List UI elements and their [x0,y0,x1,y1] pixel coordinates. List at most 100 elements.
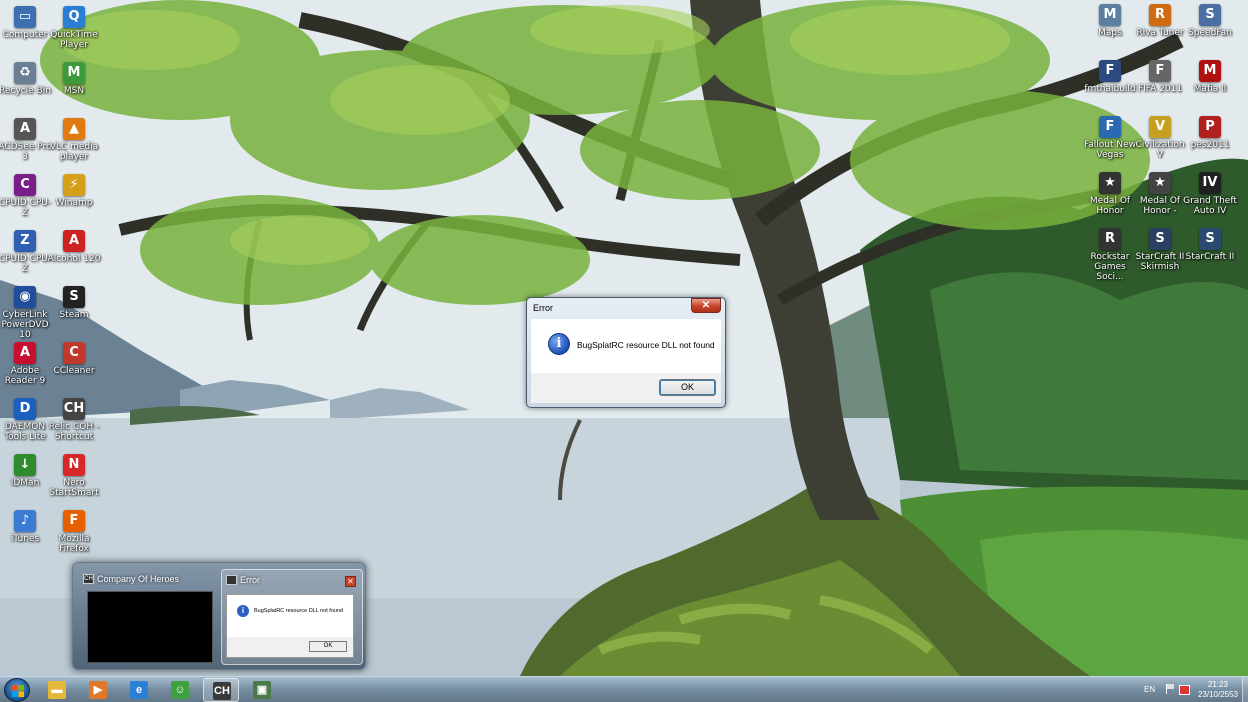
dialog-title: Error [533,303,553,313]
taskbar-button-explorer[interactable]: ▬ [39,678,75,702]
desktop-icon[interactable]: C CCleaner [46,342,102,376]
action-center-flag-icon[interactable] [1166,684,1174,694]
clock[interactable]: 21:23 23/10/2553 [1196,680,1240,700]
msn-icon: M [63,62,85,84]
taskbar: ▬ ▶ e ☺ CH ▣ EN 21:23 23/10/2553 [0,676,1248,702]
desktop-icon[interactable]: Ppes2011 [1182,116,1238,150]
taskbar-button-messenger[interactable]: ☺ [162,678,198,702]
desktop-icon[interactable]: Q QuickTime Player [46,6,102,50]
window-icon [226,575,237,585]
desktop-icon-label: CPUID CPU-Z [0,254,52,274]
desktop-icon-label: Steam [59,310,89,320]
powerdvd-icon: ◉ [14,286,36,308]
fifa-icon: F [1149,60,1171,82]
desktop-icon-label: CPUID CPU-Z [0,198,52,218]
language-indicator[interactable]: EN [1144,685,1155,694]
fallout-icon: F [1099,116,1121,138]
desktop-icon-label: DAEMON Tools Lite [4,422,46,442]
thumbnail-error[interactable]: Error ✕ i BugSplatRC resource DLL not fo… [221,569,363,665]
start-button[interactable] [4,678,30,702]
desktop-icon[interactable]: V Civilization V [1132,116,1188,160]
close-icon[interactable]: ✕ [345,576,356,587]
pes-icon: P [1199,116,1221,138]
quicktime-icon: Q [63,6,85,28]
medal-of-honor-icon: ★ [1099,172,1121,194]
adobe-reader-icon: A [14,342,36,364]
desktop-icon-label: QuickTime Player [50,30,98,50]
messenger-icon: ☺ [171,681,189,699]
desktop-icon-label: Medal Of Honor [1089,196,1131,216]
desktop-icon-label: CyberLink PowerDVD 10 [1,310,49,340]
desktop-icon[interactable]: M Mafia II [1182,60,1238,94]
desktop-icon-label: Winamp [55,198,93,208]
thumbnail-message: BugSplatRC resource DLL not found [254,608,344,614]
desktop-icon[interactable]: F Mozilla Firefox [46,510,102,554]
desktop-icon[interactable]: CH Relic COH - Shortcut [46,398,102,442]
desktop-icon[interactable]: S StarCraft II [1182,228,1238,262]
thumbnail-dialog: i BugSplatRC resource DLL not found OK [226,594,354,658]
thumbnail-ok-button: OK [309,641,347,652]
thumbnail-dialog-footer: OK [227,637,353,657]
desktop-icon[interactable]: R Riva Tuner [1132,4,1188,38]
winamp-icon: ⚡ [63,174,85,196]
desktop-icon-label: Grand Theft Auto IV [1183,196,1237,216]
desktop-icon[interactable]: ★ Medal Of Honor - [1132,172,1188,216]
desktop-icon-label: Relic COH - Shortcut [48,422,100,442]
windows-logo-icon [12,685,24,697]
desktop-icon[interactable]: S StarCraft II Skirmish [1132,228,1188,272]
mafia-icon: M [1199,60,1221,82]
cpu-z-icon: Z [14,230,36,252]
desktop-icon[interactable]: S Steam [46,286,102,320]
desktop-icon-label: ACDSee Pro 3 [0,142,52,162]
desktop-icon-label: VLC media player [49,142,99,162]
show-desktop-button[interactable] [1242,677,1248,702]
close-icon[interactable]: ✕ [691,298,721,313]
desktop-icon[interactable]: S SpeedFan [1182,4,1238,38]
maps-icon: M [1099,4,1121,26]
taskbar-button-error-window[interactable]: ▣ [244,678,280,702]
company-of-heroes-icon: CH [83,574,94,584]
desktop-icon[interactable]: Ffmthaibuild [1082,60,1138,94]
desktop-icon[interactable]: F Fallout New Vegas [1082,116,1138,160]
rockstar-icon: R [1099,228,1121,250]
company-of-heroes-icon: CH [213,682,231,700]
dialog-titlebar[interactable]: Error ✕ [527,298,725,318]
desktop-icon[interactable]: A Alcohol 120 [46,230,102,264]
speedfan-icon: S [1199,4,1221,26]
desktop-icon[interactable]: M Maps [1082,4,1138,38]
civilization-icon: V [1149,116,1171,138]
desktop-icon-label: fmthaibuild [1084,84,1136,94]
desktop-icon-label: Civilization V [1135,140,1185,160]
taskbar-button-internet-explorer[interactable]: e [121,678,157,702]
desktop-icon[interactable]: ▲ VLC media player [46,118,102,162]
gta-icon: IV [1199,172,1221,194]
desktop-icon[interactable]: IV Grand Theft Auto IV [1182,172,1238,216]
desktop-icon[interactable]: M MSN [46,62,102,96]
taskbar-button-company-of-heroes[interactable]: CH [203,678,239,702]
thumbnail-company-of-heroes[interactable]: CH Company Of Heroes [79,569,217,665]
folder-icon: ▬ [48,681,66,699]
alcohol-icon: A [63,230,85,252]
idm-icon: ↓ [14,454,36,476]
desktop-icon[interactable]: F FIFA 2011 [1132,60,1188,94]
info-icon: i [548,333,570,355]
media-player-icon: ▶ [89,681,107,699]
desktop-icon[interactable]: ★ Medal Of Honor [1082,172,1138,216]
desktop-icon-label: Riva Tuner [1136,28,1184,38]
desktop-icon[interactable]: N Nero StartSmart [46,454,102,498]
desktop-icon[interactable]: ⚡ Winamp [46,174,102,208]
thumbnail-title: Error [240,575,260,585]
cpu-z-icon: C [14,174,36,196]
taskbar-button-media-player[interactable]: ▶ [80,678,116,702]
ok-button[interactable]: OK [659,379,716,396]
desktop-icon[interactable]: R Rockstar Games Soci... [1082,228,1138,282]
error-dialog: Error ✕ i BugSplatRC resource DLL not fo… [526,297,726,408]
desktop-icon-label: Mafia II [1193,84,1227,94]
desktop-icon-label: pes2011 [1190,140,1230,150]
itunes-icon: ♪ [14,510,36,532]
desktop-icon-label: Adobe Reader 9 [4,366,46,386]
desktop-icon-label: Nero StartSmart [49,478,99,498]
network-icon[interactable] [1179,685,1190,695]
medal-of-honor-icon: ★ [1149,172,1171,194]
desktop-icon-label: Computer [2,30,48,40]
